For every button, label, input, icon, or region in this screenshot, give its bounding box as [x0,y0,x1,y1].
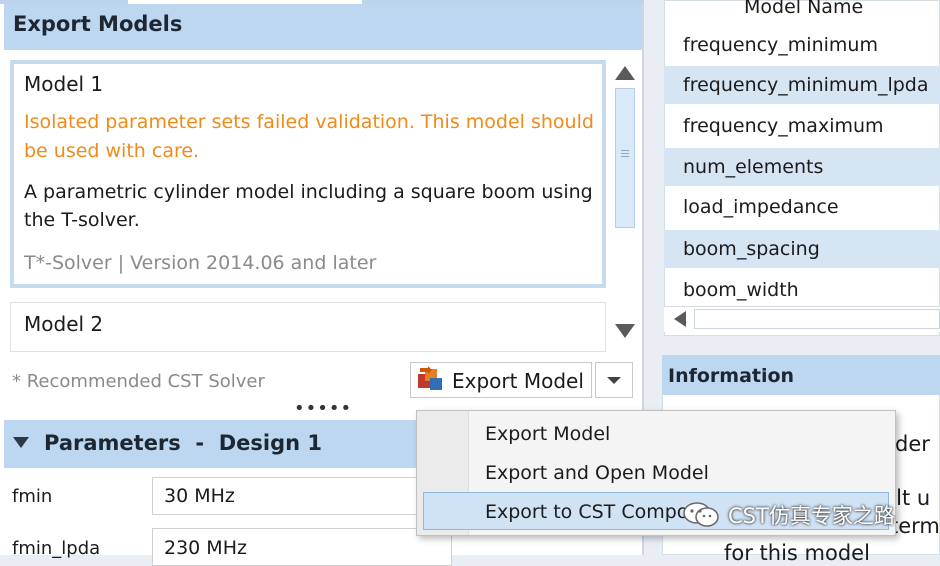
model-name-label: frequency_minimum [683,34,878,56]
model-1-name: Model 1 [24,72,104,96]
wechat-logo-icon [682,500,720,528]
model-1-warning: Isolated parameter sets failed validatio… [24,111,594,162]
info-text-fragment: term [890,514,940,538]
collapse-triangle-icon[interactable] [12,435,30,449]
scroll-left-arrow-icon[interactable] [670,309,692,329]
model-name-label: frequency_minimum_lpda [683,74,929,96]
model-2-name: Model 2 [24,312,104,336]
information-title: Information [668,365,795,387]
model-name-column-header[interactable]: Model Name [744,0,863,18]
menu-item-export-and-open[interactable]: Export and Open Model [485,462,709,484]
watermark-text: CST仿真专家之路 [728,504,895,528]
export-models-title: Export Models [13,12,183,36]
export-dropdown-button[interactable] [595,362,633,398]
param-label-fmin: fmin [12,486,53,507]
horizontal-scroll-thumb[interactable] [694,309,940,329]
param-value-fmin-lpda: 230 MHz [164,537,247,559]
recommended-solver-note: * Recommended CST Solver [12,371,265,392]
model-1-solver-info: T*-Solver | Version 2014.06 and later [24,252,377,274]
param-label-fmin-lpda: fmin_lpda [12,538,101,559]
scroll-up-arrow-icon[interactable] [614,64,636,82]
menu-item-export-model[interactable]: Export Model [485,423,610,445]
param-value-fmin: 30 MHz [164,485,235,507]
model-name-label: boom_spacing [683,238,820,260]
model-name-label: frequency_maximum [683,115,884,137]
export-model-icon [416,366,446,394]
model-name-label: load_impedance [683,196,839,218]
export-model-label: Export Model [452,369,584,393]
info-text-fragment: for this model [724,541,870,565]
parameters-title: Parameters - Design 1 [44,431,323,455]
scroll-down-arrow-icon[interactable] [614,322,636,340]
model-name-label: boom_width [683,279,799,301]
info-text-fragment: der [895,432,930,456]
model-name-label: num_elements [683,156,824,178]
panel-splitter[interactable]: ••••• [294,400,352,418]
model-1-description: A parametric cylinder model including a … [24,181,593,231]
menu-item-export-to-cst[interactable]: Export to CST Compo [485,501,688,523]
scroll-grip-icon [616,148,634,162]
